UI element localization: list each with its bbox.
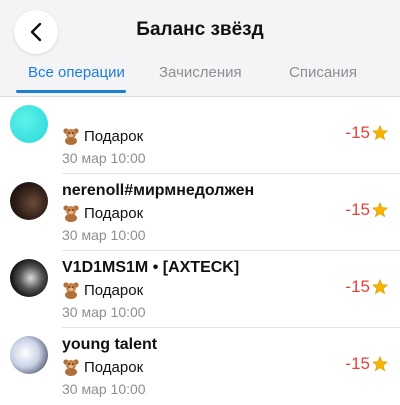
star-icon bbox=[372, 125, 388, 141]
star-icon bbox=[372, 356, 388, 372]
gift-text: Подарок bbox=[84, 204, 144, 222]
star-icon bbox=[372, 202, 388, 218]
amount-value: -15 bbox=[345, 123, 370, 142]
tab-all-operations[interactable]: Все операции bbox=[28, 64, 125, 81]
transaction-row[interactable]: nerenoll#мирмнедолжен Подарок 30 мар 10:… bbox=[0, 174, 400, 251]
amount-value: -15 bbox=[345, 354, 370, 373]
transaction-row[interactable]: young talent Подарок 30 мар 10:00 -15 bbox=[0, 328, 400, 405]
tab-bar: Все операции Зачисления Списания bbox=[0, 60, 400, 96]
teddy-bear-icon bbox=[63, 205, 79, 222]
teddy-bear-icon bbox=[63, 282, 79, 299]
avatar bbox=[10, 105, 48, 143]
page-title: Баланс звёзд bbox=[136, 19, 264, 40]
transaction-date: 30 мар 10:00 bbox=[62, 381, 146, 397]
sender-name: nerenoll#мирмнедолжен bbox=[62, 182, 255, 199]
teddy-bear-icon bbox=[63, 359, 79, 376]
star-icon bbox=[372, 279, 388, 295]
sender-name: V1D1MS1M • [AXTECK] bbox=[62, 259, 240, 276]
sender-name: young talent bbox=[62, 336, 158, 353]
transaction-amount: -15 bbox=[345, 277, 388, 297]
avatar bbox=[10, 259, 48, 297]
amount-value: -15 bbox=[345, 277, 370, 296]
transaction-date: 30 мар 10:00 bbox=[62, 304, 146, 320]
gift-text: Подарок bbox=[84, 127, 144, 145]
gift-label: Подарок bbox=[62, 358, 143, 376]
gift-label: Подарок bbox=[62, 281, 143, 299]
avatar bbox=[10, 182, 48, 220]
transaction-row[interactable]: Подарок 30 мар 10:00 -15 bbox=[0, 97, 400, 174]
transaction-amount: -15 bbox=[345, 123, 388, 143]
transaction-date: 30 мар 10:00 bbox=[62, 227, 146, 243]
transaction-amount: -15 bbox=[345, 354, 388, 374]
amount-value: -15 bbox=[345, 200, 370, 219]
tab-credits[interactable]: Зачисления bbox=[159, 64, 242, 81]
gift-label: Подарок bbox=[62, 127, 143, 145]
transaction-date: 30 мар 10:00 bbox=[62, 150, 146, 166]
gift-label: Подарок bbox=[62, 204, 143, 222]
transaction-list: Подарок 30 мар 10:00 -15 nerenoll#мирмне… bbox=[0, 97, 400, 405]
gift-text: Подарок bbox=[84, 281, 144, 299]
gift-text: Подарок bbox=[84, 358, 144, 376]
transaction-row[interactable]: V1D1MS1M • [AXTECK] Подарок 30 мар 10:00… bbox=[0, 251, 400, 328]
transaction-amount: -15 bbox=[345, 200, 388, 220]
avatar bbox=[10, 336, 48, 374]
tab-debits[interactable]: Списания bbox=[289, 64, 357, 81]
header: Баланс звёзд Все операции Зачисления Спи… bbox=[0, 0, 400, 97]
active-tab-indicator bbox=[16, 90, 126, 93]
teddy-bear-icon bbox=[63, 128, 79, 145]
